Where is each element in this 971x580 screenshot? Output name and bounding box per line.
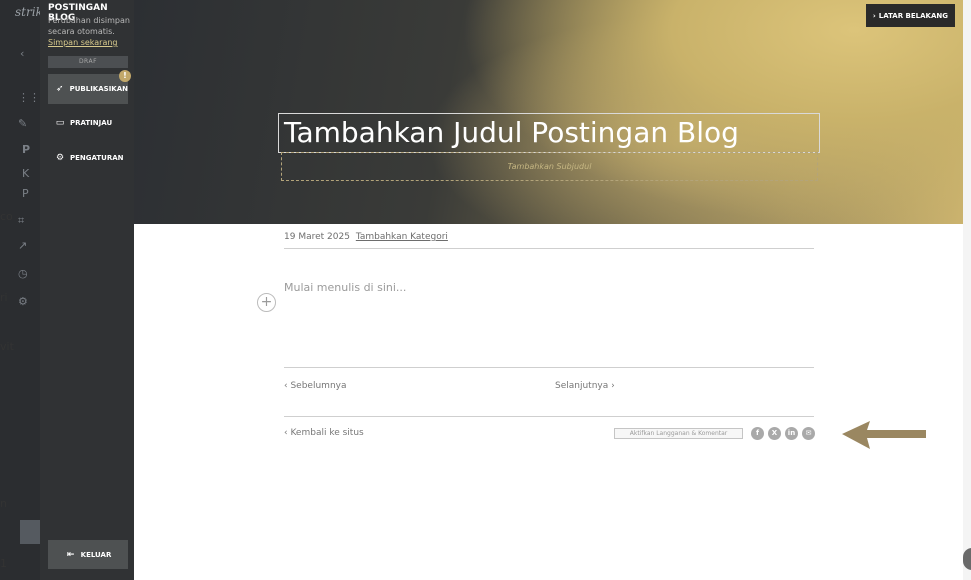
background-text-fragment: vit <box>0 340 14 353</box>
post-title: Tambahkan Judul Postingan Blog <box>284 116 739 149</box>
puzzle-icon: ⌗ <box>18 214 25 227</box>
logout-button[interactable]: ⇤ KELUAR <box>48 540 128 569</box>
preview-label: PRATINJAU <box>70 119 113 127</box>
preview-icon: ▭ <box>55 118 65 128</box>
publish-warning-badge: ! <box>119 70 131 82</box>
background-app-sidebar: strik ‹ ⋮⋮ ✎ P K P ⌗ ↗ ◷ ⚙ <box>0 0 43 580</box>
settings-button[interactable]: ⚙ PENGATURAN <box>48 143 128 173</box>
background-button-label: LATAR BELAKANG <box>878 11 948 20</box>
post-meta: 19 Maret 2025 Tambahkan Kategori <box>284 232 448 242</box>
back-to-site-label: Kembali ke situs <box>290 428 364 438</box>
gear-icon: ⚙ <box>18 295 28 308</box>
gear-icon: ⚙ <box>55 153 65 163</box>
previous-label: Sebelumnya <box>290 381 347 391</box>
subtitle-field[interactable]: Tambahkan Subjudul <box>281 152 818 181</box>
email-icon[interactable]: ✉ <box>802 427 815 440</box>
preview-button[interactable]: ▭ PRATINJAU <box>48 108 128 138</box>
divider <box>284 248 814 249</box>
clock-icon: ◷ <box>18 267 28 280</box>
add-category-link[interactable]: Tambahkan Kategori <box>356 232 448 242</box>
exit-icon: ⇤ <box>66 549 75 560</box>
post-editor: › LATAR BELAKANG Tambahkan Judul Posting… <box>134 0 963 580</box>
chevron-right-icon: › <box>608 381 615 391</box>
settings-label: PENGATURAN <box>70 154 124 162</box>
background-app-thumbnail <box>20 520 40 544</box>
background-app-letter: P <box>22 143 31 156</box>
subtitle-placeholder: Tambahkan Subjudul <box>507 162 592 171</box>
autosave-status: Perubahan disimpan secara otomatis. <box>48 16 130 36</box>
divider <box>284 416 814 417</box>
divider <box>284 367 814 368</box>
save-now-link[interactable]: Simpan sekarang <box>48 38 118 47</box>
post-body-placeholder[interactable]: Mulai menulis di sini... <box>284 281 406 294</box>
background-text-fragment: 1 <box>0 557 7 570</box>
background-text-fragment: ri <box>0 291 8 304</box>
background-app-logo: strik <box>15 5 43 19</box>
background-button[interactable]: › LATAR BELAKANG <box>865 4 955 27</box>
annotation-arrow-icon <box>842 421 926 449</box>
facebook-icon[interactable]: f <box>751 427 764 440</box>
chevron-right-icon: › <box>872 11 876 20</box>
publish-label: PUBLIKASIKAN <box>69 85 128 93</box>
background-app-letter: P <box>22 187 29 200</box>
next-label: Selanjutnya <box>555 381 609 391</box>
linkedin-icon[interactable]: in <box>785 427 798 440</box>
publish-button[interactable]: ➶ PUBLIKASIKAN <box>48 74 128 104</box>
post-title-field[interactable]: Tambahkan Judul Postingan Blog <box>278 113 820 153</box>
background-text-fragment: n <box>0 497 7 510</box>
previous-post-link[interactable]: ‹ Sebelumnya <box>284 381 347 391</box>
enable-subscriptions-button[interactable]: Aktifkan Langganan & Komentar <box>614 428 743 439</box>
background-app-letter: K <box>22 167 30 180</box>
next-post-link[interactable]: Selanjutnya › <box>555 381 615 391</box>
scroll-handle[interactable] <box>963 548 971 570</box>
logout-label: KELUAR <box>80 550 112 559</box>
chart-icon: ↗ <box>18 239 28 252</box>
plus-icon: + <box>260 294 273 310</box>
rocket-icon: ➶ <box>56 84 64 94</box>
pen-icon: ✎ <box>18 117 28 130</box>
grid-icon: ⋮⋮ <box>18 91 40 104</box>
background-text-fragment: co <box>0 210 13 223</box>
back-to-site-link[interactable]: ‹ Kembali ke situs <box>284 428 364 438</box>
editor-sidebar: POSTINGAN BLOG Perubahan disimpan secara… <box>40 0 134 580</box>
hero-banner: › LATAR BELAKANG Tambahkan Judul Posting… <box>134 0 963 224</box>
back-chevron-icon: ‹ <box>20 47 25 60</box>
add-block-button[interactable]: + <box>257 293 276 312</box>
post-date: 19 Maret 2025 <box>284 232 350 242</box>
draft-badge: DRAF <box>48 56 128 68</box>
x-icon[interactable]: X <box>768 427 781 440</box>
